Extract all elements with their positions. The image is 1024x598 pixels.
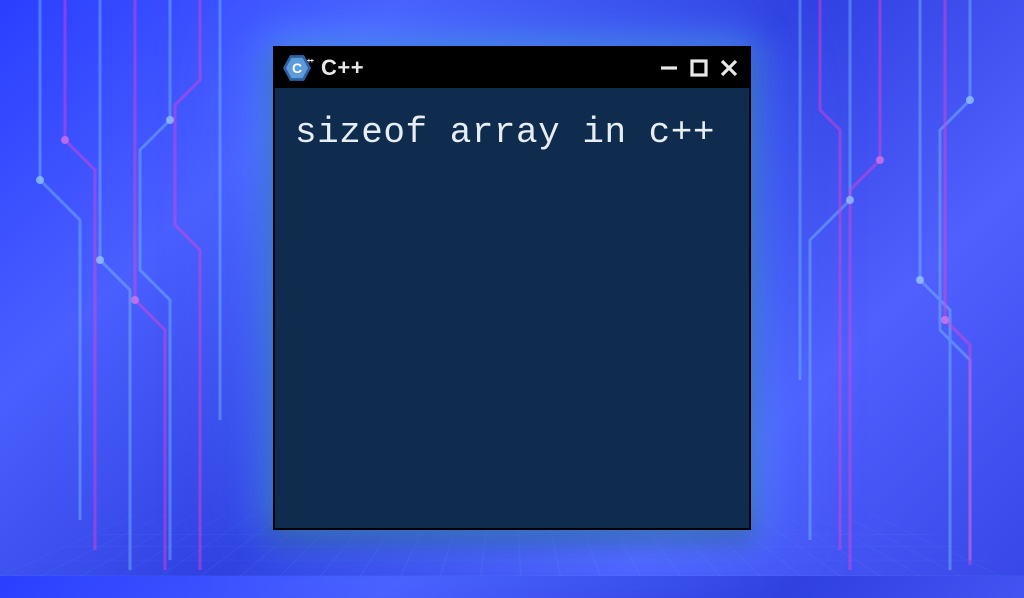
close-button[interactable]	[719, 58, 739, 78]
window-controls	[659, 58, 739, 78]
terminal-content: sizeof array in c++	[275, 88, 749, 528]
logo-letter: C	[292, 60, 302, 76]
titlebar: C ++ C++	[275, 48, 749, 88]
terminal-window: C ++ C++ sizeof array in c++	[273, 46, 751, 530]
minimize-button[interactable]	[659, 58, 679, 78]
maximize-button[interactable]	[689, 58, 709, 78]
window-title: C++	[321, 55, 364, 81]
logo-plus-suffix: ++	[307, 59, 313, 65]
cpp-logo-icon: C ++	[283, 54, 311, 82]
